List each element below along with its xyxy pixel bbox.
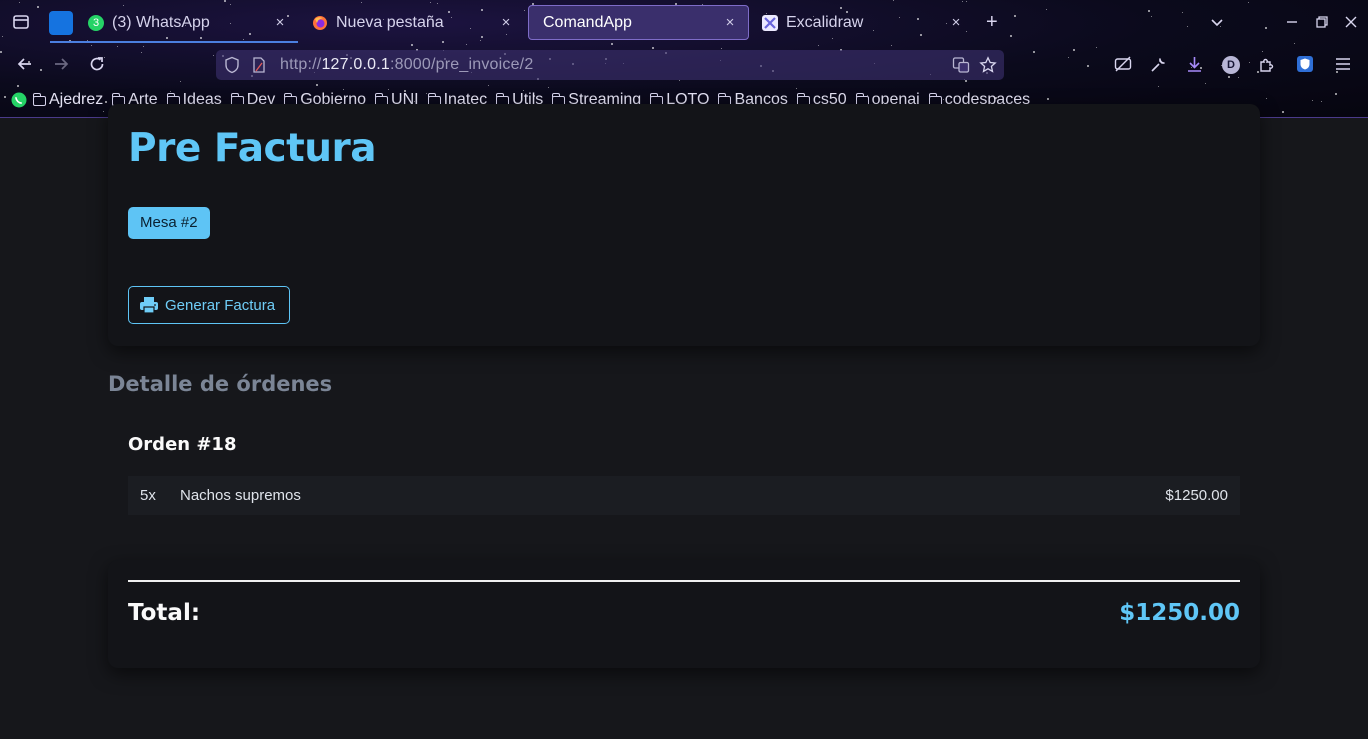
restore-icon[interactable]	[1315, 14, 1329, 34]
new-tab-button[interactable]: +	[986, 12, 998, 32]
star-decoration	[1205, 83, 1206, 84]
generate-invoice-label: Generar Factura	[165, 296, 276, 314]
invoice-header-card: Pre Factura Mesa #2 Generar Factura	[108, 104, 1260, 346]
browser-chrome: 3 (3) WhatsApp × Nueva pestaña × ComandA…	[0, 0, 1368, 118]
container-tab-icon[interactable]	[49, 11, 73, 35]
total-label: Total:	[128, 600, 201, 626]
star-decoration	[1047, 98, 1049, 100]
reload-icon[interactable]	[88, 55, 106, 78]
page-title: Pre Factura	[128, 126, 377, 171]
order-title: Orden #18	[128, 434, 237, 455]
tab-bar: 3 (3) WhatsApp × Nueva pestaña × ComandA…	[0, 0, 1368, 45]
page-info-icon[interactable]	[252, 57, 266, 73]
tab-overview-icon[interactable]	[12, 13, 30, 36]
tab-new-tab[interactable]: Nueva pestaña ×	[302, 5, 524, 40]
profile-avatar[interactable]: D	[1222, 56, 1240, 74]
whatsapp-icon: 3	[88, 14, 104, 31]
page-content: Pre Factura Mesa #2 Generar Factura Deta…	[0, 104, 1368, 739]
bookmark-folder[interactable]: Ajedrez	[33, 91, 103, 109]
star-decoration	[1158, 86, 1159, 87]
star-decoration	[818, 45, 819, 46]
excalidraw-icon	[762, 14, 778, 31]
star-decoration	[1321, 101, 1322, 102]
star-decoration	[316, 84, 318, 86]
tab-excalidraw[interactable]: Excalidraw ×	[752, 5, 974, 40]
back-arrow-icon[interactable]	[16, 55, 34, 78]
wrench-icon[interactable]	[1150, 56, 1167, 78]
printer-icon	[140, 297, 158, 314]
star-decoration	[91, 45, 92, 46]
close-window-icon[interactable]	[1344, 14, 1358, 34]
tab-title: Excalidraw	[786, 13, 864, 31]
total-value: $1250.00	[1119, 600, 1240, 626]
url-text[interactable]: http://127.0.0.1:8000/pre_invoice/2	[280, 56, 533, 74]
tab-title: Nueva pestaña	[336, 13, 444, 31]
url-path: :8000/pre_invoice/2	[389, 56, 534, 73]
item-price: $1250.00	[1165, 487, 1228, 504]
star-decoration	[143, 46, 144, 47]
star-decoration	[488, 85, 489, 86]
navigation-toolbar: http://127.0.0.1:8000/pre_invoice/2 D	[0, 48, 1368, 82]
tab-close-icon[interactable]: ×	[722, 14, 738, 31]
bookmark-label: Ajedrez	[49, 91, 104, 108]
tab-close-icon[interactable]: ×	[948, 14, 964, 31]
url-host: 127.0.0.1	[321, 56, 390, 73]
minimize-icon[interactable]	[1285, 14, 1299, 34]
star-decoration	[4, 96, 6, 98]
orders-heading: Detalle de órdenes	[108, 372, 333, 396]
shield-icon[interactable]	[224, 56, 240, 74]
order-item-row: 5x Nachos supremos $1250.00	[128, 476, 1240, 515]
tab-list-chevron-icon[interactable]	[1209, 14, 1225, 35]
tab-comandapp[interactable]: ComandApp ×	[528, 5, 749, 40]
address-bar[interactable]: http://127.0.0.1:8000/pre_invoice/2	[216, 50, 1004, 80]
download-icon[interactable]	[1186, 55, 1203, 78]
tab-title: ComandApp	[543, 13, 632, 31]
item-quantity: 5x	[140, 487, 156, 504]
star-decoration	[1282, 111, 1284, 113]
generate-invoice-button[interactable]: Generar Factura	[128, 286, 291, 324]
table-badge: Mesa #2	[128, 207, 210, 239]
star-decoration	[891, 45, 892, 46]
firefox-icon	[312, 15, 328, 31]
item-name: Nachos supremos	[180, 487, 301, 504]
translate-icon[interactable]	[952, 56, 970, 79]
bookmark-whatsapp[interactable]	[10, 91, 28, 109]
url-scheme: http://	[280, 56, 322, 73]
total-divider	[128, 580, 1240, 582]
star-decoration	[1312, 100, 1313, 101]
tab-whatsapp[interactable]: 3 (3) WhatsApp ×	[78, 5, 298, 40]
bitwarden-shield-icon[interactable]	[1296, 55, 1314, 78]
star-decoration	[1266, 98, 1267, 99]
no-tracking-extension-icon[interactable]	[1114, 56, 1132, 77]
star-decoration	[117, 46, 118, 47]
tab-indicator	[50, 41, 298, 43]
extensions-puzzle-icon[interactable]	[1258, 56, 1275, 78]
folder-icon	[33, 93, 46, 106]
star-decoration	[17, 85, 19, 87]
forward-arrow-icon[interactable]	[52, 55, 70, 78]
star-bookmark-icon[interactable]	[979, 56, 997, 79]
star-decoration	[1335, 93, 1337, 95]
whatsapp-icon	[10, 91, 28, 109]
tab-close-icon[interactable]: ×	[272, 14, 288, 31]
tab-title: (3) WhatsApp	[112, 13, 210, 31]
total-card: Total: $1250.00	[108, 560, 1260, 668]
menu-hamburger-icon[interactable]	[1334, 56, 1352, 77]
tab-close-icon[interactable]: ×	[498, 14, 514, 31]
